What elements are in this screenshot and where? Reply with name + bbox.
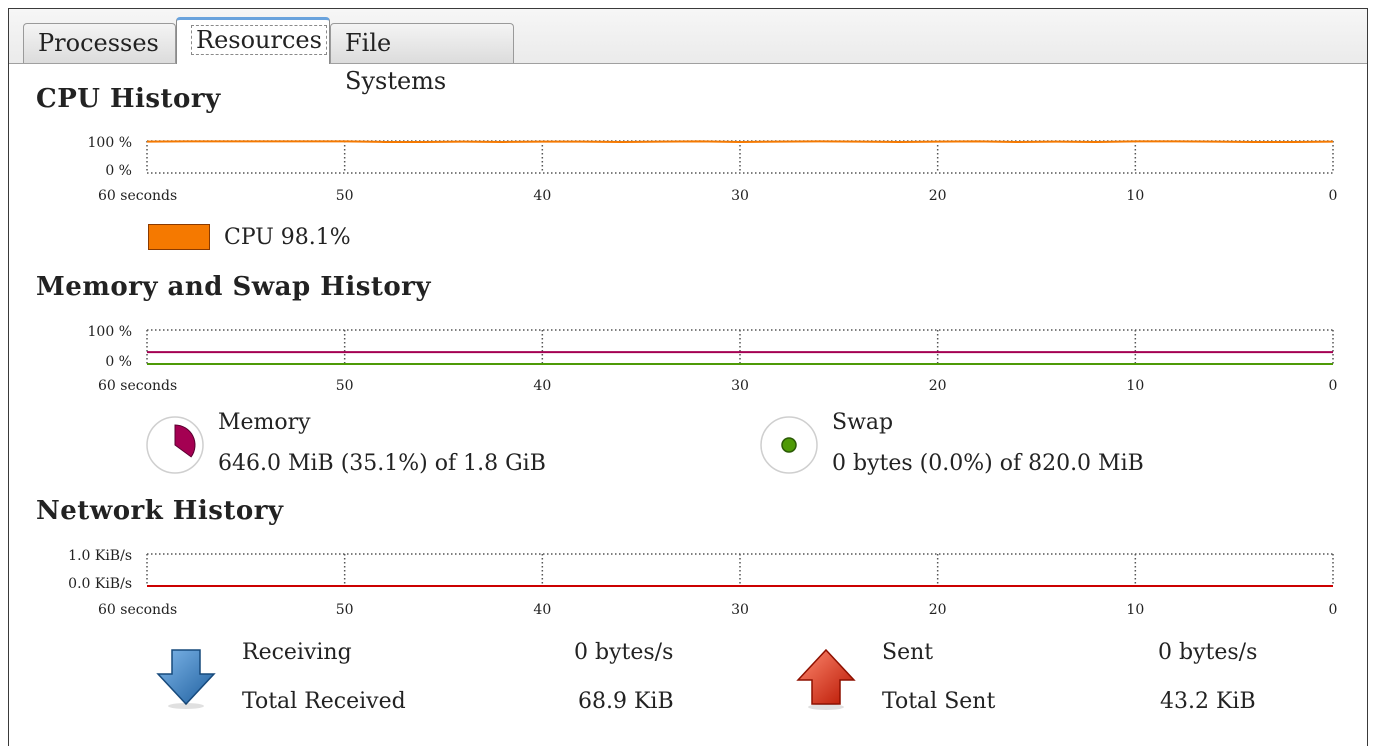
tab-file-systems-label: File Systems xyxy=(345,29,447,95)
network-history-title: Network History xyxy=(36,496,284,526)
sent-value: 0 bytes/s xyxy=(1158,640,1258,665)
up-arrow-icon[interactable] xyxy=(796,648,856,710)
tab-file-systems[interactable]: File Systems xyxy=(330,23,514,95)
memory-value: 646.0 MiB (35.1%) of 1.8 GiB xyxy=(218,451,546,476)
swap-pie-slice xyxy=(781,437,797,453)
memory-history-title: Memory and Swap History xyxy=(36,272,431,302)
system-monitor-window: Processes Resources File Systems xyxy=(8,8,1368,746)
tab-processes[interactable]: Processes xyxy=(23,23,176,63)
receiving-label: Receiving xyxy=(242,640,352,665)
receiving-value: 0 bytes/s xyxy=(574,640,674,665)
tab-resources[interactable]: Resources xyxy=(176,17,330,64)
cpu-legend-label: CPU 98.1% xyxy=(224,225,351,250)
swap-label: Swap xyxy=(832,410,894,435)
tab-resources-label: Resources xyxy=(191,25,327,55)
cpu-legend-swatch[interactable] xyxy=(148,224,210,250)
total-sent-label: Total Sent xyxy=(882,689,996,714)
memory-pie-icon[interactable] xyxy=(144,414,206,476)
tab-processes-label: Processes xyxy=(38,29,159,57)
total-received-value: 68.9 KiB xyxy=(578,689,674,714)
swap-pie-icon[interactable] xyxy=(758,414,820,476)
cpu-history-title: CPU History xyxy=(36,84,221,114)
swap-value: 0 bytes (0.0%) of 820.0 MiB xyxy=(832,451,1144,476)
sent-label: Sent xyxy=(882,640,934,665)
total-received-label: Total Received xyxy=(242,689,406,714)
tab-bar: Processes Resources File Systems xyxy=(9,9,1367,95)
total-sent-value: 43.2 KiB xyxy=(1160,689,1256,714)
down-arrow-icon[interactable] xyxy=(156,648,216,710)
memory-label: Memory xyxy=(218,410,311,435)
